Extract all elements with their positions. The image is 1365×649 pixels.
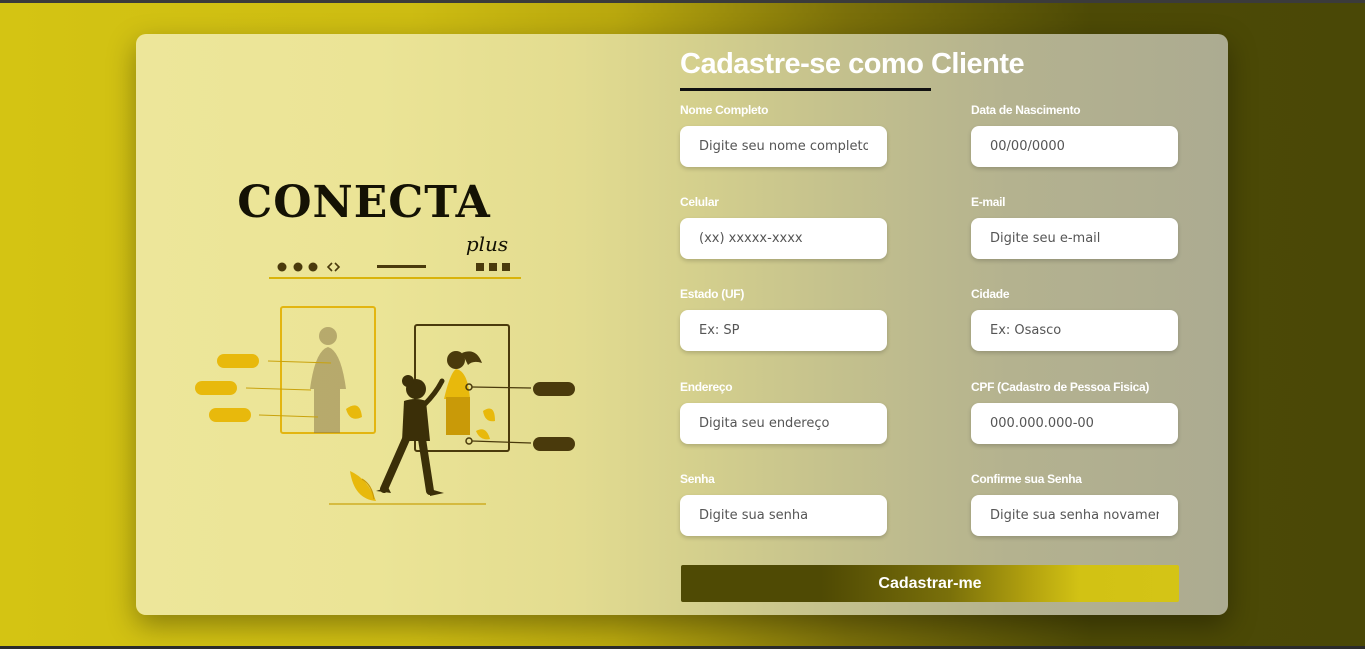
full-name-field: Nome Completo xyxy=(680,102,920,167)
city-field: Cidade xyxy=(971,286,1211,351)
title-underline xyxy=(680,88,931,91)
cpf-label: CPF (Cadastro de Pessoa Fisica) xyxy=(971,380,1150,394)
birth-date-input[interactable] xyxy=(971,126,1178,167)
email-label: E-mail xyxy=(971,195,1006,209)
state-input[interactable] xyxy=(680,310,887,351)
browser-dots-icon xyxy=(277,262,318,272)
page-title: Cadastre-se como Cliente xyxy=(680,48,1025,80)
phone-input[interactable] xyxy=(680,218,887,259)
password-field: Senha xyxy=(680,471,920,536)
city-input[interactable] xyxy=(971,310,1178,351)
full-name-input[interactable] xyxy=(680,126,887,167)
password-label: Senha xyxy=(680,472,715,486)
state-label: Estado (UF) xyxy=(680,287,745,301)
email-input[interactable] xyxy=(971,218,1178,259)
state-field: Estado (UF) xyxy=(680,286,920,351)
cpf-field: CPF (Cadastro de Pessoa Fisica) xyxy=(971,379,1211,444)
address-label: Endereço xyxy=(680,380,733,394)
register-form: Cadastre-se como Cliente Nome Completo D… xyxy=(680,34,1200,615)
full-name-label: Nome Completo xyxy=(680,103,769,117)
password-input[interactable] xyxy=(680,495,887,536)
leaf-icon xyxy=(346,405,362,419)
birth-date-field: Data de Nascimento xyxy=(971,102,1211,167)
logo-subtext: plus xyxy=(466,232,508,256)
confirm-password-label: Confirme sua Senha xyxy=(971,472,1082,486)
confirm-password-field: Confirme sua Senha xyxy=(971,471,1211,536)
phone-label: Celular xyxy=(680,195,719,209)
window-squares-icon xyxy=(476,263,510,271)
code-brackets-icon xyxy=(326,262,341,272)
confirm-password-input[interactable] xyxy=(971,495,1178,536)
address-input[interactable] xyxy=(680,403,887,444)
cpf-input[interactable] xyxy=(971,403,1178,444)
top-strip xyxy=(0,0,1365,3)
phone-field: Celular xyxy=(680,194,920,259)
address-field: Endereço xyxy=(680,379,920,444)
email-field: E-mail xyxy=(971,194,1211,259)
logo-text: CONECTA xyxy=(237,177,491,228)
illustration: CONECTA plus xyxy=(195,177,575,505)
submit-button[interactable]: Cadastrar-me xyxy=(681,565,1179,602)
birth-date-label: Data de Nascimento xyxy=(971,103,1081,117)
city-label: Cidade xyxy=(971,287,1010,301)
register-card: CONECTA plus Cadastre-se como Cliente No… xyxy=(136,34,1228,615)
